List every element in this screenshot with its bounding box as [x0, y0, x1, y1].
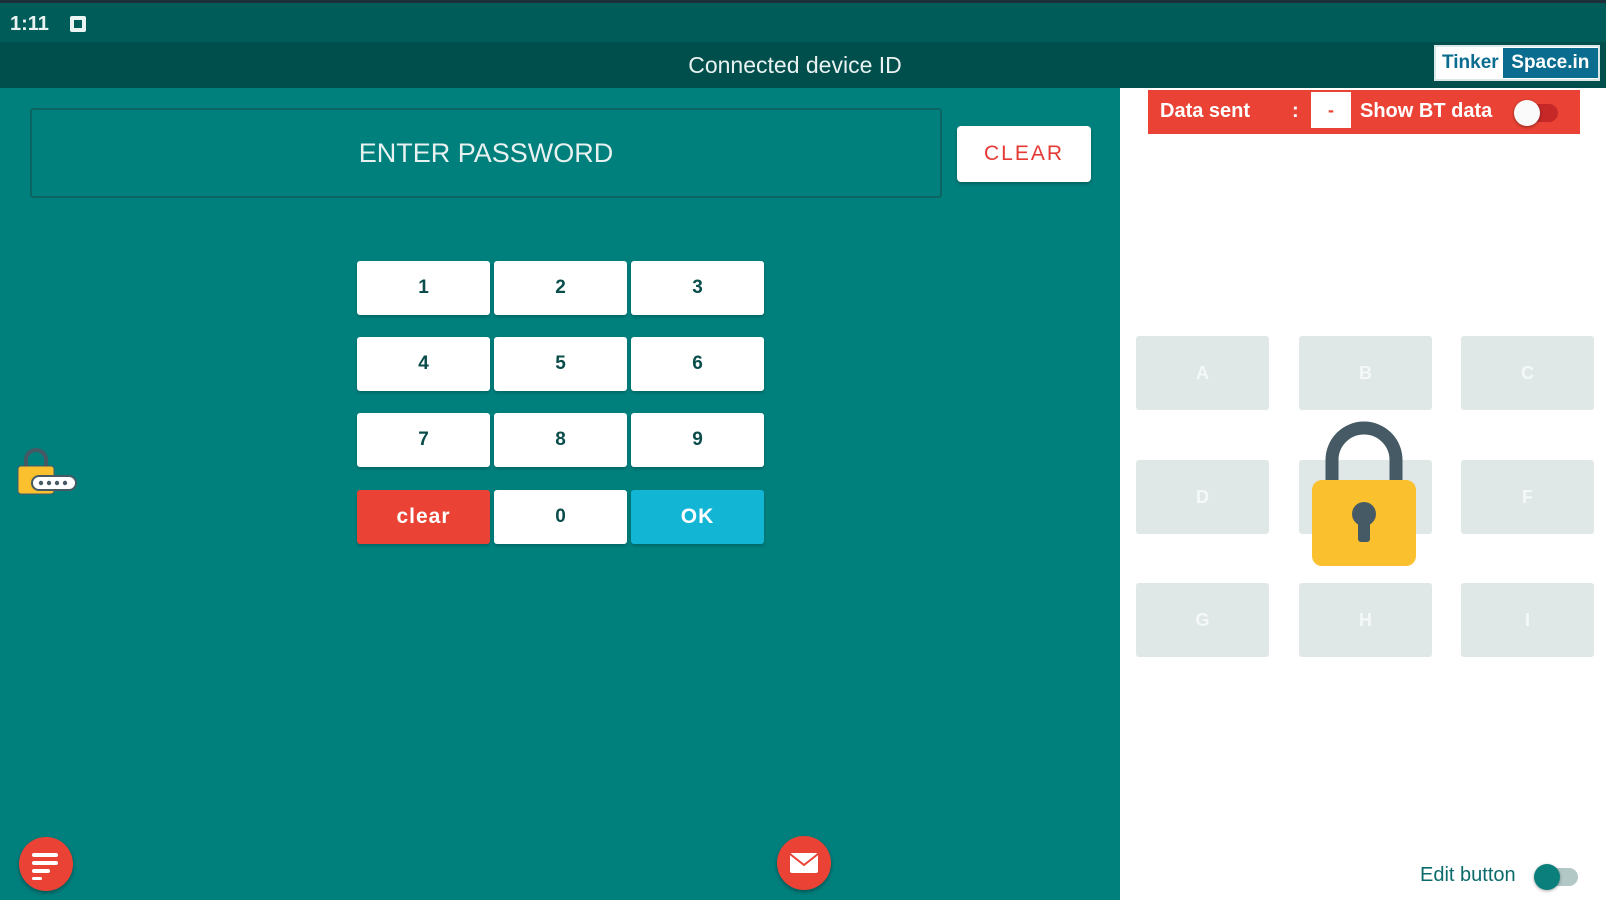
key-4[interactable]: 4 — [357, 337, 490, 391]
password-lock-icon — [17, 448, 77, 495]
mail-icon — [789, 853, 819, 873]
mail-fab-button[interactable] — [777, 836, 831, 890]
locked-padlock-icon — [1312, 421, 1416, 566]
key-1[interactable]: 1 — [357, 261, 490, 315]
switch-knob — [1514, 100, 1540, 126]
key-3[interactable]: 3 — [631, 261, 764, 315]
key-9[interactable]: 9 — [631, 413, 764, 467]
key-6[interactable]: 6 — [631, 337, 764, 391]
logo-text-space: Space.in — [1502, 48, 1598, 78]
data-status-bar: Data sent : - Show BT data — [1148, 90, 1580, 134]
grid-button-b[interactable]: B — [1299, 336, 1432, 410]
app-bar: Connected device ID Tinker Space.in — [0, 42, 1606, 88]
grid-button-c[interactable]: C — [1461, 336, 1594, 410]
edit-switch-knob — [1534, 864, 1560, 890]
grid-button-i[interactable]: I — [1461, 583, 1594, 657]
grid-button-h[interactable]: H — [1299, 583, 1432, 657]
grid-button-f[interactable]: F — [1461, 460, 1594, 534]
keypad-clear-button[interactable]: clear — [357, 490, 490, 544]
key-2[interactable]: 2 — [494, 261, 627, 315]
data-sent-colon: : — [1292, 100, 1299, 122]
list-icon — [32, 853, 58, 880]
data-sent-value: - — [1311, 92, 1351, 128]
key-5[interactable]: 5 — [494, 337, 627, 391]
edit-button-label: Edit button — [1420, 864, 1516, 886]
show-bt-data-switch[interactable] — [1514, 100, 1558, 126]
grid-button-g[interactable]: G — [1136, 583, 1269, 657]
status-time: 1:11 — [10, 13, 49, 35]
menu-fab-button[interactable] — [19, 837, 73, 891]
password-placeholder: ENTER PASSWORD — [358, 137, 614, 168]
key-0[interactable]: 0 — [494, 490, 627, 544]
tinkerspace-logo[interactable]: Tinker Space.in — [1434, 45, 1600, 81]
clear-password-button[interactable]: CLEAR — [957, 126, 1091, 182]
logo-text-tinker: Tinker — [1442, 52, 1499, 73]
page-title: Connected device ID — [688, 52, 902, 78]
key-8[interactable]: 8 — [494, 413, 627, 467]
ok-button[interactable]: OK — [631, 490, 764, 544]
show-bt-data-label: Show BT data — [1360, 100, 1493, 122]
status-bar: 1:11 — [0, 0, 1606, 42]
data-sent-label: Data sent — [1160, 100, 1251, 122]
password-display[interactable]: ENTER PASSWORD — [30, 108, 942, 198]
notification-icon — [70, 16, 86, 32]
key-7[interactable]: 7 — [357, 413, 490, 467]
button-panel: Data sent : - Show BT data A B C D E F G… — [1120, 88, 1606, 900]
grid-button-a[interactable]: A — [1136, 336, 1269, 410]
edit-button-switch[interactable] — [1534, 864, 1578, 890]
grid-button-d[interactable]: D — [1136, 460, 1269, 534]
